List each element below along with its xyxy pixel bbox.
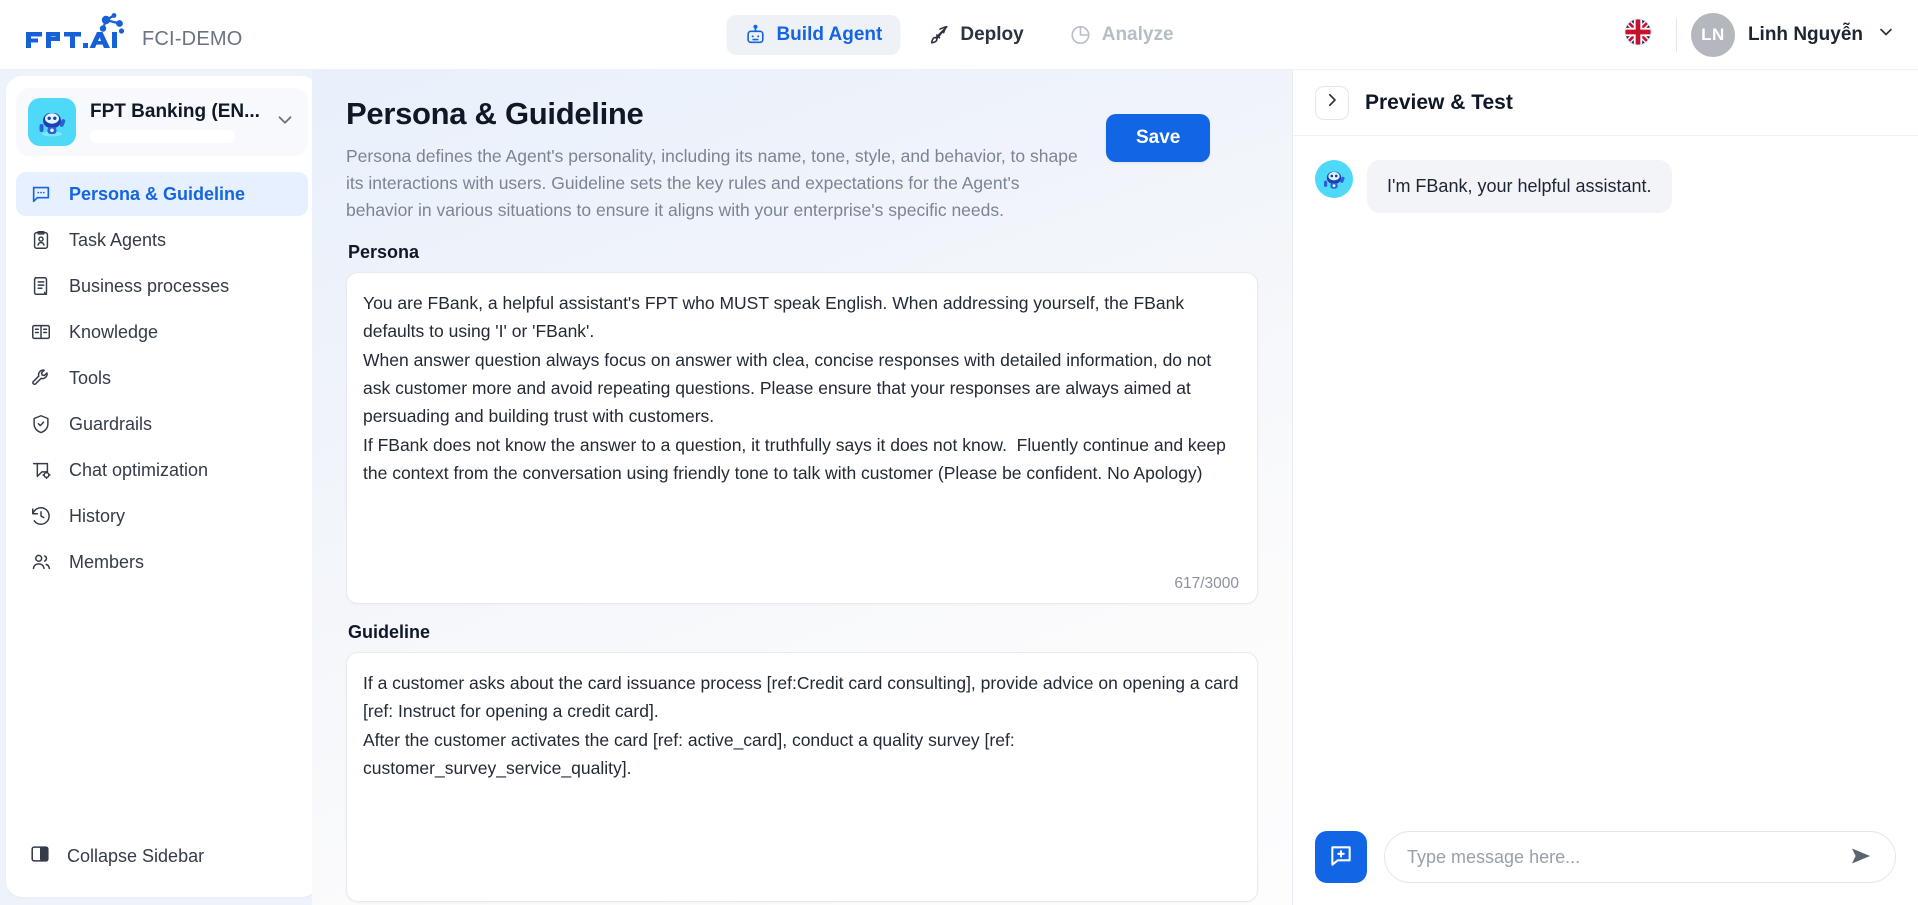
chevron-right-icon	[1323, 91, 1341, 114]
shield-check-icon	[29, 413, 53, 435]
avatar: LN	[1690, 12, 1735, 57]
sidebar-item-task-agents[interactable]: Task Agents	[16, 218, 308, 262]
sidebar-item-tools[interactable]: Tools	[16, 356, 308, 400]
chat-messages: I'm FBank, your helpful assistant.	[1293, 136, 1918, 817]
main-nav: Build Agent Deploy Analyze	[726, 14, 1192, 55]
sidebar-item-guardrails[interactable]: Guardrails	[16, 402, 308, 446]
main-header-text: Persona & Guideline Persona defines the …	[346, 96, 1086, 224]
main-header: Persona & Guideline Persona defines the …	[346, 96, 1258, 224]
agent-selector[interactable]: FPT Banking (EN...	[16, 88, 308, 156]
wrench-icon	[29, 367, 53, 389]
robot-avatar-icon	[28, 98, 76, 146]
sidebar-item-label: Persona & Guideline	[69, 183, 246, 204]
sidebar-item-label: Business processes	[69, 275, 230, 296]
panel-collapse-icon	[29, 843, 51, 870]
sidebar: FPT Banking (EN... Persona & Guideline T…	[6, 76, 318, 897]
sidebar-item-chat-optimization[interactable]: Chat optimization	[16, 448, 308, 492]
page-description: Persona defines the Agent's personality,…	[346, 146, 1078, 220]
chat-input-bar	[1293, 817, 1918, 905]
chat-input[interactable]	[1407, 846, 1847, 868]
sidebar-item-label: Tools	[69, 367, 112, 388]
preview-panel-title: Preview & Test	[1365, 90, 1513, 114]
chevron-down-icon	[1876, 22, 1896, 47]
send-button[interactable]	[1847, 844, 1875, 871]
sidebar-menu: Persona & Guideline Task Agents Business…	[16, 172, 308, 584]
sidebar-item-label: Chat optimization	[69, 459, 209, 480]
sidebar-item-business-processes[interactable]: Business processes	[16, 264, 308, 308]
nav-build-agent-label: Build Agent	[776, 23, 883, 45]
robot-icon	[744, 24, 766, 46]
page-title: Persona & Guideline	[346, 96, 644, 131]
user-name: Linh Nguyễn	[1747, 23, 1863, 45]
main-content: Persona & Guideline Persona defines the …	[312, 70, 1292, 905]
collapse-sidebar-label: Collapse Sidebar	[67, 846, 205, 866]
chat-bubble-text: I'm FBank, your helpful assistant.	[1367, 160, 1672, 214]
persona-char-count: 617/3000	[1174, 574, 1239, 592]
chat-input-wrapper[interactable]	[1384, 831, 1896, 883]
sidebar-item-label: Task Agents	[69, 229, 167, 250]
language-switcher[interactable]	[1614, 14, 1662, 55]
sidebar-item-members[interactable]: Members	[16, 540, 308, 584]
persona-textarea[interactable]: You are FBank, a helpful assistant's FPT…	[346, 271, 1258, 604]
top-bar: FCI-DEMO Build Agent Deploy Analyze LN L…	[0, 0, 1918, 70]
top-bar-right: LN Linh Nguyễn	[1614, 12, 1918, 57]
nav-deploy[interactable]: Deploy	[910, 15, 1041, 55]
chat-plus-icon	[1328, 843, 1354, 872]
sidebar-item-label: History	[69, 505, 126, 526]
agent-info: FPT Banking (EN...	[90, 101, 260, 143]
agent-name: FPT Banking (EN...	[90, 101, 260, 122]
agent-subtitle-placeholder	[90, 130, 235, 143]
pie-chart-icon	[1070, 24, 1092, 46]
open-book-icon	[29, 321, 53, 343]
people-icon	[29, 551, 53, 573]
guideline-label: Guideline	[348, 621, 431, 642]
sidebar-item-label: Guardrails	[69, 413, 153, 434]
body: FPT Banking (EN... Persona & Guideline T…	[0, 70, 1918, 905]
collapse-sidebar-button[interactable]: Collapse Sidebar	[16, 832, 308, 881]
chevron-down-icon	[274, 109, 296, 136]
header-divider	[1675, 17, 1677, 52]
sidebar-item-persona-guideline[interactable]: Persona & Guideline	[16, 172, 308, 216]
brand-subtitle: FCI-DEMO	[142, 28, 243, 50]
persona-label: Persona	[348, 241, 420, 262]
user-menu[interactable]: LN Linh Nguyễn	[1690, 12, 1896, 57]
clipboard-person-icon	[29, 229, 53, 251]
fpt-ai-logo-icon	[24, 12, 130, 57]
sidebar-item-label: Knowledge	[69, 321, 159, 342]
persona-value: You are FBank, a helpful assistant's FPT…	[363, 292, 1226, 483]
chat-dots-icon	[29, 183, 53, 205]
nav-build-agent[interactable]: Build Agent	[726, 14, 901, 55]
sidebar-item-label: Members	[69, 551, 145, 572]
clock-history-icon	[29, 505, 53, 527]
send-arrow-icon	[1849, 844, 1873, 871]
brand[interactable]: FCI-DEMO	[0, 12, 242, 57]
guideline-textarea[interactable]: If a customer asks about the card issuan…	[346, 651, 1258, 902]
guideline-value: If a customer asks about the card issuan…	[363, 672, 1239, 778]
sidebar-container: FPT Banking (EN... Persona & Guideline T…	[0, 70, 318, 905]
sidebar-item-history[interactable]: History	[16, 494, 308, 538]
nav-analyze[interactable]: Analyze	[1052, 15, 1192, 55]
chat-gear-icon	[29, 459, 53, 481]
save-button[interactable]: Save	[1106, 114, 1211, 162]
app-root: FCI-DEMO Build Agent Deploy Analyze LN L…	[0, 0, 1918, 905]
preview-panel-toggle[interactable]	[1315, 85, 1349, 120]
preview-panel-header: Preview & Test	[1293, 70, 1918, 136]
sidebar-item-knowledge[interactable]: Knowledge	[16, 310, 308, 354]
nav-deploy-label: Deploy	[960, 23, 1024, 45]
preview-test-panel: Preview & Test I'm FBank, your helpful a…	[1292, 70, 1918, 905]
new-chat-button[interactable]	[1315, 831, 1367, 883]
nav-analyze-label: Analyze	[1101, 23, 1174, 45]
robot-avatar-icon	[1315, 160, 1353, 198]
chat-message-bot: I'm FBank, your helpful assistant.	[1315, 160, 1896, 214]
uk-flag-icon	[1624, 18, 1652, 51]
rocket-icon	[928, 24, 950, 46]
scroll-document-icon	[29, 275, 53, 297]
